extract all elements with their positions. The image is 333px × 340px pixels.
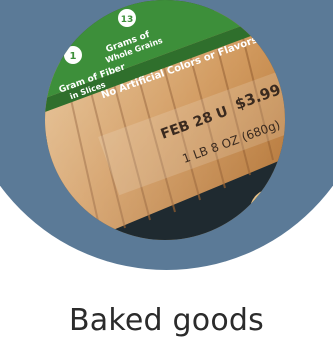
- caption: Baked goods: [69, 303, 264, 338]
- bread-illustration: 1 13 Gram of Fiber in Slices Grams of Wh…: [45, 0, 285, 240]
- grains-count-text: 13: [121, 15, 134, 25]
- card: 1 13 Gram of Fiber in Slices Grams of Wh…: [0, 0, 333, 340]
- fiber-count-text: 1: [70, 51, 77, 62]
- bread-photo: 1 13 Gram of Fiber in Slices Grams of Wh…: [45, 0, 285, 240]
